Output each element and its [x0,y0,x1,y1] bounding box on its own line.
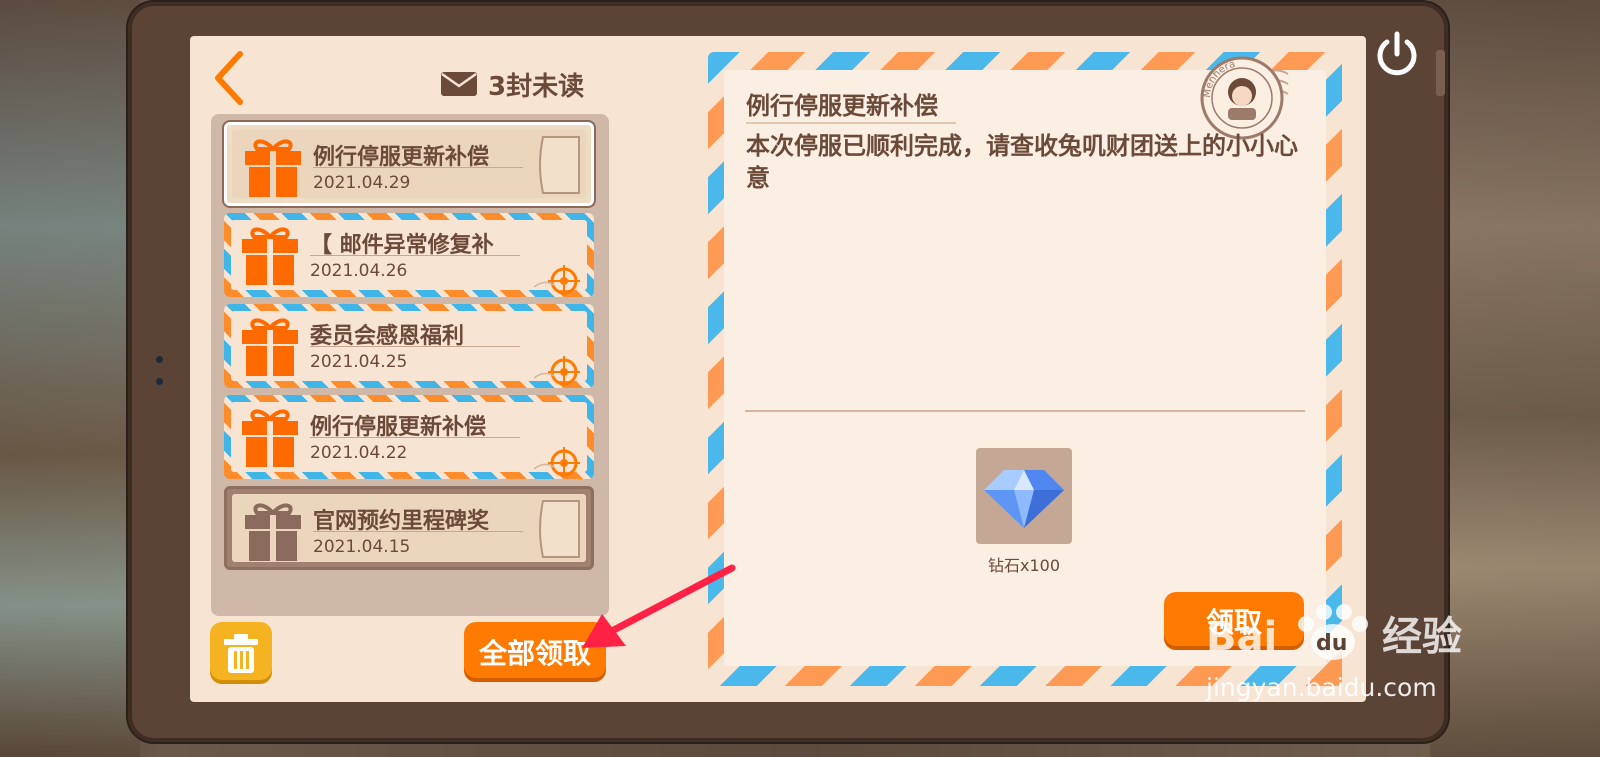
mail-date: 2021.04.29 [313,173,411,193]
mail-item[interactable]: 官网预约里程碑奖 2021.04.15 [224,486,594,570]
attachment-label: 钻石x100 [987,556,1060,575]
chevron-left-icon [215,51,243,105]
power-icon [1377,31,1417,76]
mail-item[interactable]: 例行停服更新补偿 2021.04.22 [224,395,594,479]
gift-icon [242,227,298,285]
mail-title-rule [310,346,520,347]
tablet-sensor [156,378,163,385]
mail-title-rule [313,167,523,168]
mail-title-rule [310,437,520,438]
ship-wheel-icon [534,265,580,295]
tablet-camera [156,356,163,363]
trash-icon [224,634,258,673]
power-button[interactable] [1370,28,1424,82]
mail-title-rule [310,255,520,256]
letter-title: 例行停服更新补偿 [746,92,938,120]
unread-count: 3封未读 [440,66,584,102]
background-left [0,0,140,757]
mail-title-rule [313,531,523,532]
letter-title-rule [746,122,956,124]
mail-item[interactable]: 例行停服更新补偿 2021.04.29 [224,122,594,206]
gift-icon [245,139,301,197]
tablet-side-button [1436,50,1445,96]
gift-icon [242,409,298,467]
delete-button[interactable] [210,622,272,684]
ship-wheel-icon [534,356,580,386]
letter-body: 本次停服已顺利完成，请查收兔叽财团送上的小小心意 [746,132,1298,192]
mail-date: 2021.04.26 [310,261,408,281]
back-button[interactable] [210,48,250,108]
mail-item[interactable]: 【 邮件异常修复补 2021.04.26 [224,213,594,297]
mail-date: 2021.04.25 [310,352,408,372]
envelope-flap-icon [539,500,580,558]
envelope-icon [441,72,477,96]
mail-item[interactable]: 委员会感恩福利 2021.04.25 [224,304,594,388]
attachment-divider [745,410,1305,412]
gift-icon [242,318,298,376]
gift-icon [245,503,301,561]
diamond-icon [984,470,1064,528]
ship-wheel-icon [534,447,580,477]
background-right [1430,0,1600,757]
mail-date: 2021.04.15 [313,537,411,557]
mail-date: 2021.04.22 [310,443,408,463]
attachment-slot[interactable] [976,448,1072,544]
unread-label: 3封未读 [488,71,585,102]
claim-all-button[interactable]: 全部领取 [464,622,606,682]
envelope-flap-icon [539,136,580,194]
claim-button[interactable]: 领取 [1164,592,1304,650]
